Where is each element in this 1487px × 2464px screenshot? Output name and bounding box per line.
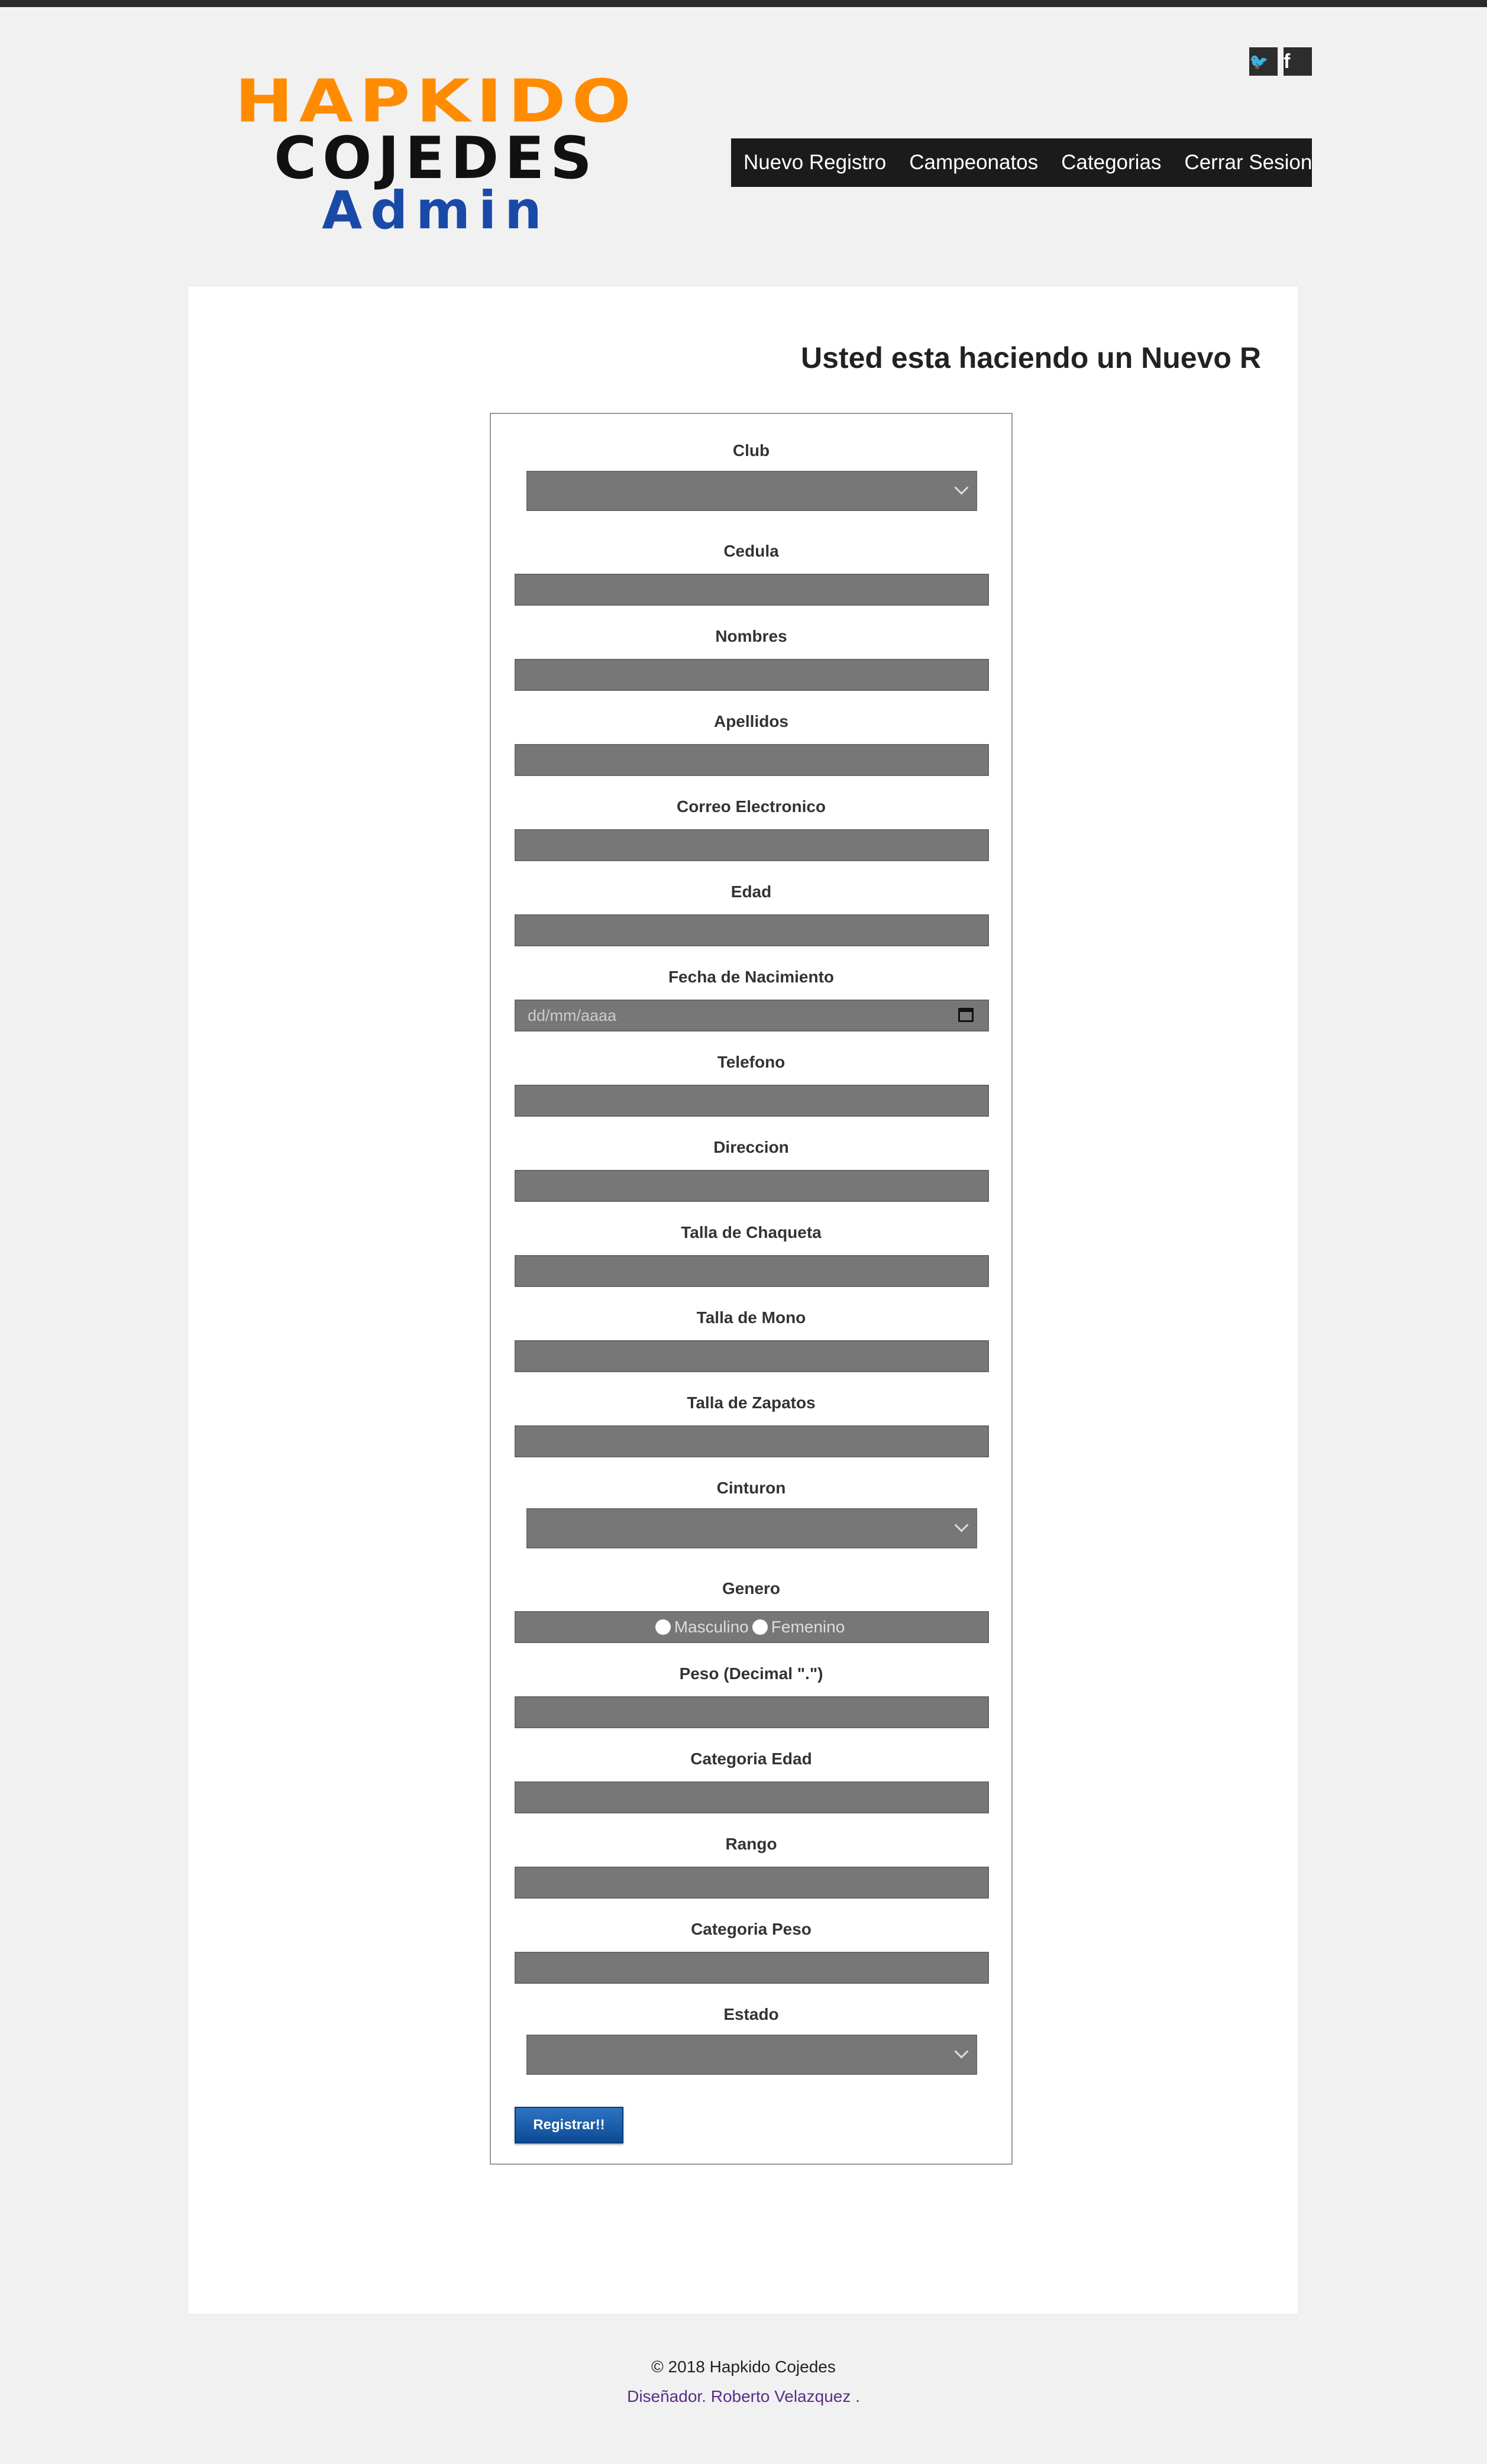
- facebook-icon[interactable]: f: [1284, 47, 1312, 76]
- label-correo-electronico: Correo Electronico: [676, 797, 826, 816]
- label-nombres: Nombres: [715, 627, 787, 645]
- telefono-input[interactable]: [515, 1085, 989, 1117]
- nav-cerrar-sesion[interactable]: Cerrar Sesion: [1184, 151, 1312, 174]
- talla-de-zapatos-input[interactable]: [515, 1425, 989, 1457]
- label-categoria-peso: Categoria Peso: [691, 1920, 812, 1938]
- chevron-down-icon: [954, 2044, 969, 2059]
- direccion-input[interactable]: [515, 1170, 989, 1202]
- logo-line-admin: Admin: [322, 180, 550, 231]
- label-direccion: Direccion: [713, 1138, 789, 1156]
- estado-select[interactable]: [526, 2035, 977, 2075]
- label-rango: Rango: [725, 1835, 777, 1853]
- page-title: Usted esta haciendo un Nuevo Registro: [801, 341, 1262, 374]
- label-cedula: Cedula: [723, 542, 779, 560]
- label-talla-de-chaqueta: Talla de Chaqueta: [681, 1223, 822, 1241]
- footer-designer-link[interactable]: Diseñador. Roberto Velazquez .: [0, 2387, 1487, 2406]
- top-bar: [0, 0, 1487, 7]
- edad-input[interactable]: [515, 914, 989, 946]
- label-cinturon: Cinturon: [716, 1479, 786, 1497]
- cinturon-select[interactable]: [526, 1508, 977, 1548]
- apellidos-input[interactable]: [515, 744, 989, 776]
- calendar-icon[interactable]: [958, 1008, 974, 1022]
- peso-decimal-input[interactable]: [515, 1696, 989, 1728]
- site-logo[interactable]: HAPKIDO COJEDES Admin: [208, 66, 664, 241]
- nav-nuevo-registro[interactable]: Nuevo Registro: [744, 151, 886, 174]
- footer-copyright: © 2018 Hapkido Cojedes: [651, 2358, 836, 2376]
- radio-label-femenino: Femenino: [771, 1618, 845, 1636]
- correo-electronico-input[interactable]: [515, 829, 989, 861]
- radio-femenino[interactable]: [752, 1619, 768, 1635]
- label-talla-de-mono: Talla de Mono: [696, 1308, 806, 1327]
- main-nav: Nuevo Registro Campeonatos Categorias Ce…: [731, 138, 1312, 187]
- label-categoria-edad: Categoria Edad: [690, 1750, 812, 1768]
- talla-de-chaqueta-input[interactable]: [515, 1255, 989, 1287]
- label-talla-de-zapatos: Talla de Zapatos: [687, 1393, 816, 1412]
- label-telefono: Telefono: [717, 1053, 785, 1071]
- radio-label-masculino: Masculino: [674, 1618, 749, 1636]
- label-edad: Edad: [730, 882, 772, 901]
- radio-masculino[interactable]: [655, 1619, 671, 1635]
- nav-categorias[interactable]: Categorias: [1061, 151, 1161, 174]
- label-club: Club: [732, 441, 770, 460]
- genero-input[interactable]: Masculino Femenino: [515, 1611, 989, 1643]
- chevron-down-icon: [954, 480, 969, 495]
- label-fecha-de-nacimiento: Fecha de Nacimiento: [668, 968, 835, 986]
- twitter-icon[interactable]: 🐦: [1249, 47, 1278, 76]
- talla-de-mono-input[interactable]: [515, 1340, 989, 1372]
- club-select[interactable]: [526, 471, 977, 511]
- fecha-de-nacimiento-input[interactable]: dd/mm/aaaa: [515, 1000, 989, 1031]
- nombres-input[interactable]: [515, 659, 989, 691]
- categoria-edad-input[interactable]: [515, 1781, 989, 1813]
- headline-container: Usted esta haciendo un Nuevo Registro: [801, 337, 1262, 384]
- label-apellidos: Apellidos: [713, 712, 788, 730]
- date-placeholder: dd/mm/aaaa: [528, 1007, 617, 1024]
- nav-campeonatos[interactable]: Campeonatos: [909, 151, 1038, 174]
- cedula-input[interactable]: [515, 574, 989, 606]
- label-estado: Estado: [723, 2005, 779, 2023]
- rango-input[interactable]: [515, 1867, 989, 1899]
- label-genero: Genero: [722, 1579, 781, 1598]
- categoria-peso-input[interactable]: [515, 1952, 989, 1984]
- registration-form: Registrar!! Club Cedula Nombres Apellidos Co…: [490, 413, 1013, 2165]
- chevron-down-icon: [954, 1518, 969, 1532]
- label-peso-decimal: Peso (Decimal "."): [679, 1664, 823, 1683]
- register-button[interactable]: Registrar!!: [515, 2107, 623, 2143]
